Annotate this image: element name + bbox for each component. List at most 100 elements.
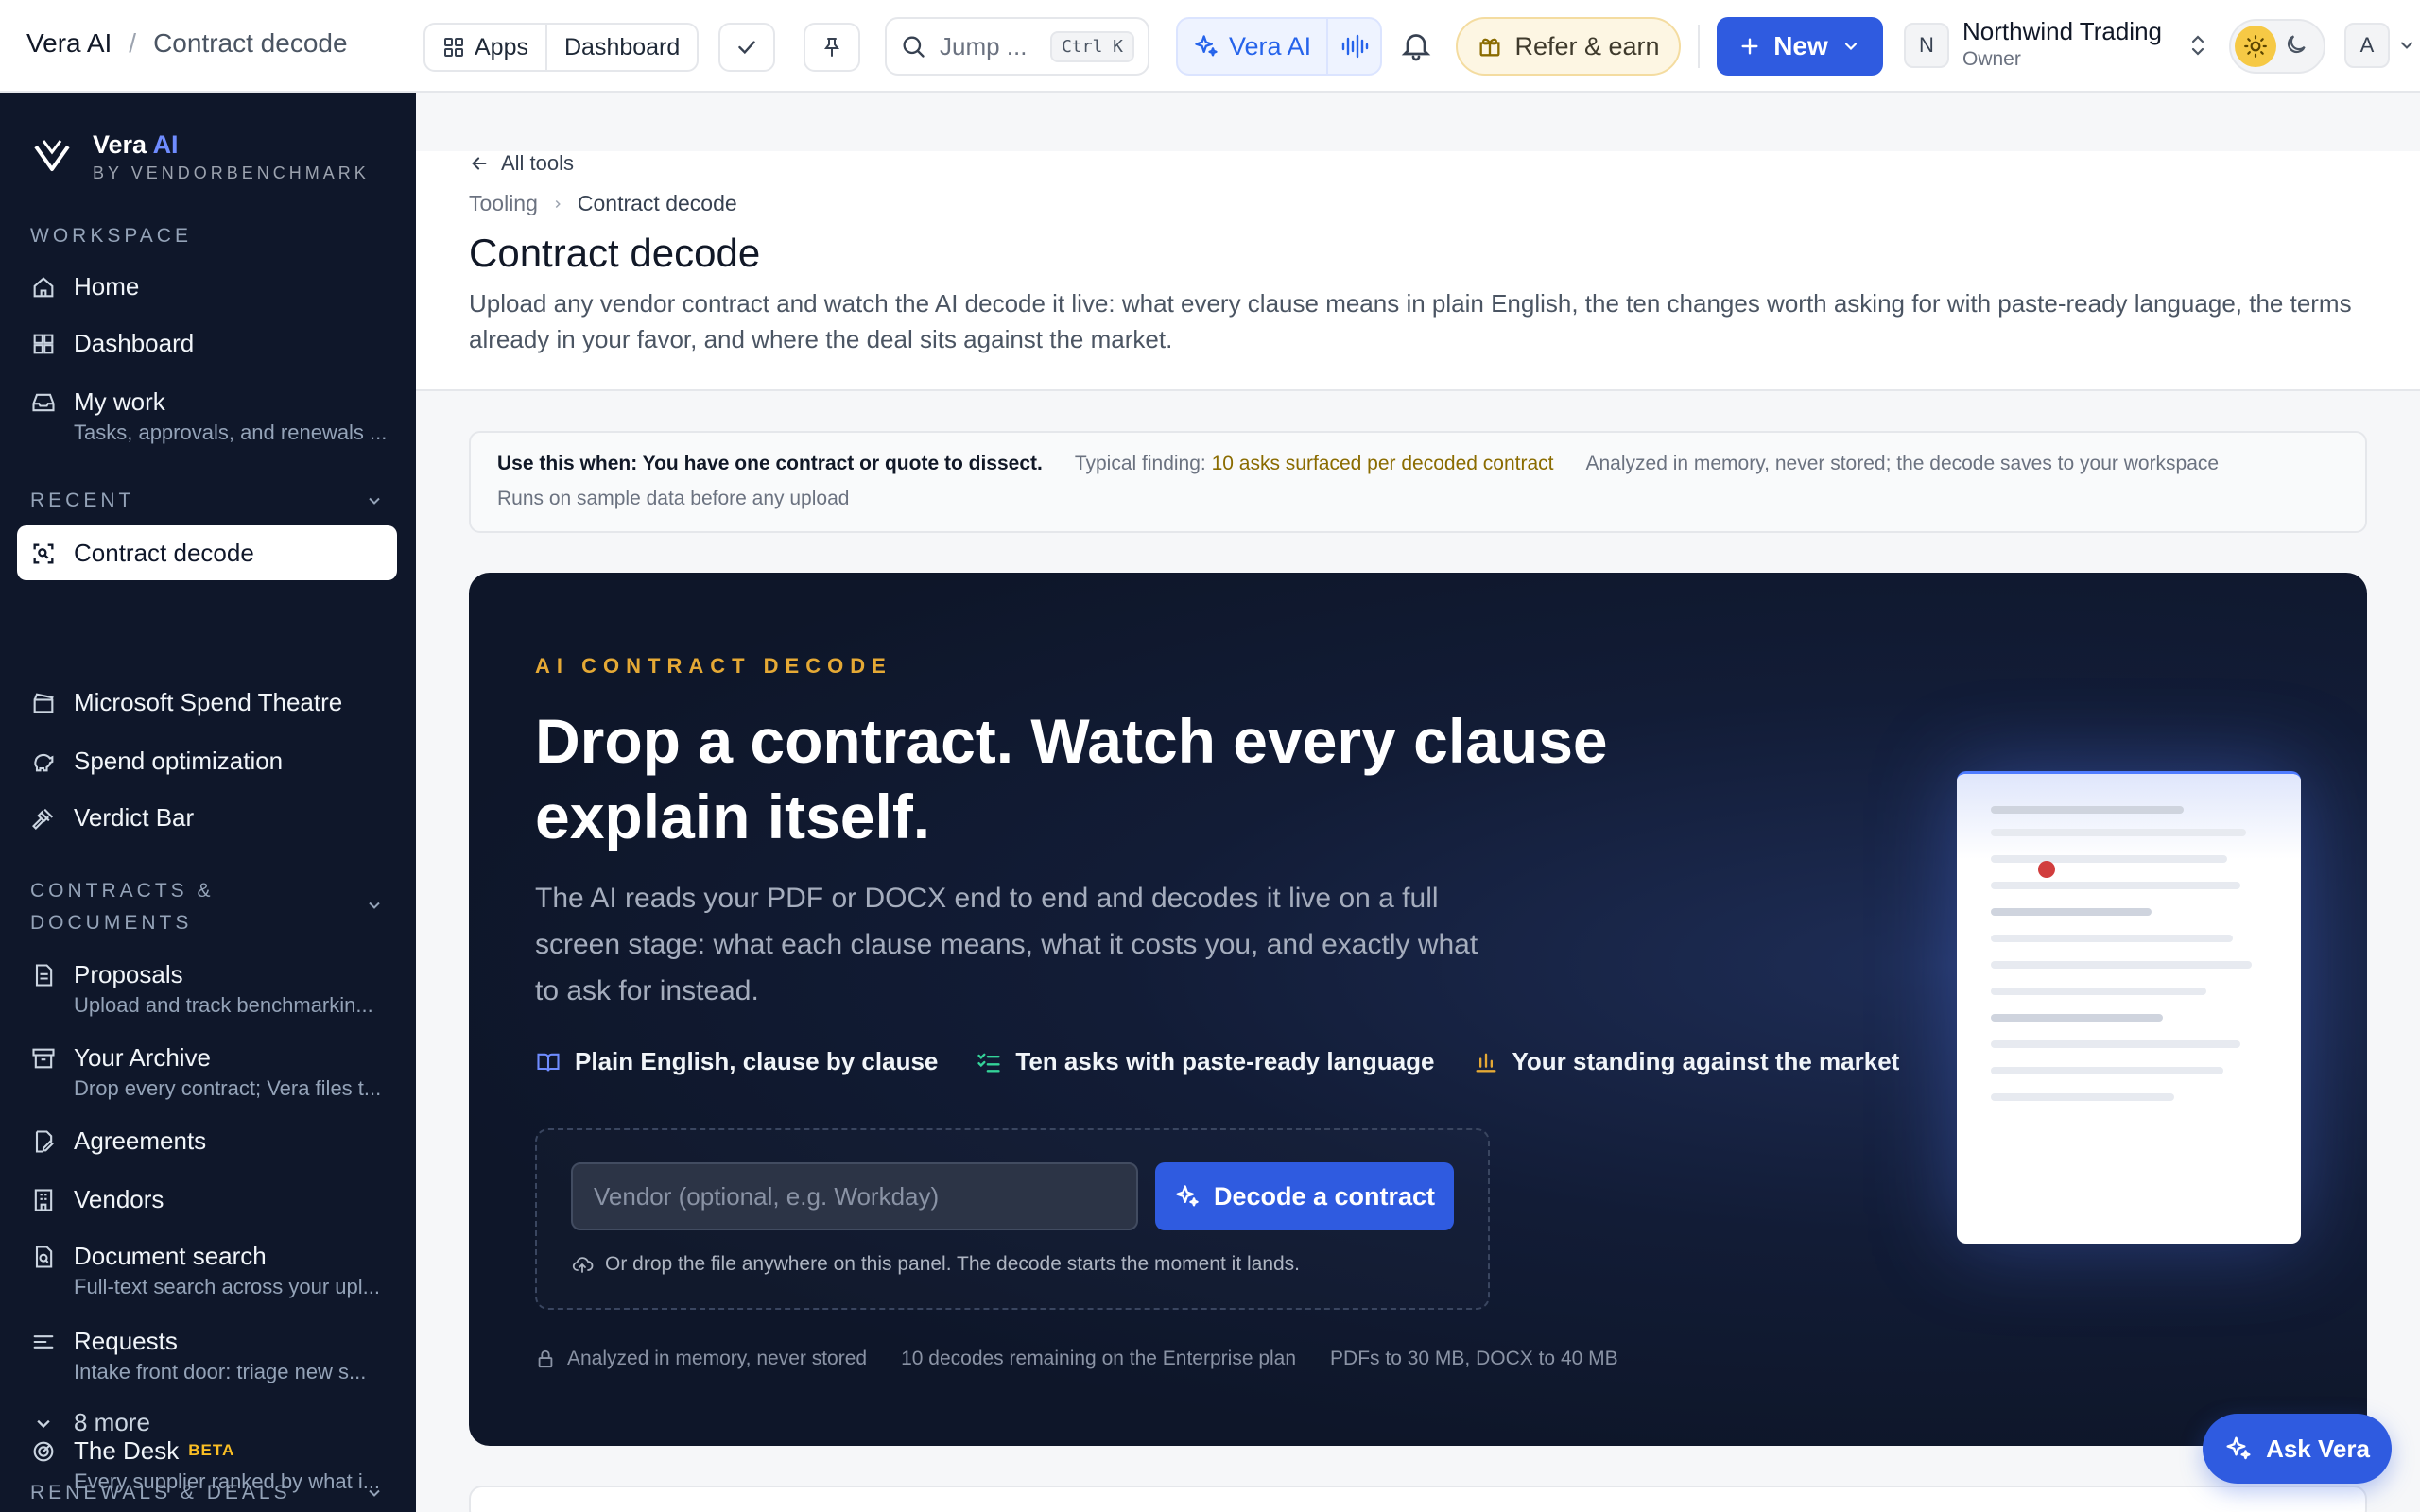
sidebar-item-contract-decode[interactable]: Contract decode bbox=[17, 525, 397, 580]
drop-hint: Or drop the file anywhere on this panel.… bbox=[571, 1253, 1300, 1276]
dark-mode-button[interactable] bbox=[2284, 32, 2308, 61]
feature-market-standing: Your standing against the market bbox=[1473, 1047, 1899, 1076]
ask-vera-button[interactable]: Ask Vera bbox=[2203, 1414, 2392, 1484]
chevron-down-icon bbox=[369, 497, 380, 505]
theme-toggle[interactable] bbox=[2229, 19, 2325, 74]
arrow-left-icon bbox=[472, 157, 487, 170]
doc-line bbox=[1991, 882, 2240, 889]
app-name[interactable]: Vera AI bbox=[26, 28, 112, 59]
new-button[interactable]: New bbox=[1717, 17, 1883, 76]
search-placeholder: Jump ... bbox=[940, 31, 1028, 60]
section-contracts-label: CONTRACTS & bbox=[30, 880, 215, 902]
show-more-label: 8 more bbox=[74, 1408, 150, 1436]
app-breadcrumb: Vera AI / Contract decode bbox=[26, 28, 348, 59]
typical-finding: Typical finding: 10 asks surfaced per de… bbox=[1074, 453, 1554, 474]
user-menu-toggle[interactable] bbox=[2397, 36, 2416, 60]
sidebar-item-label: Document search bbox=[74, 1242, 267, 1270]
footnote-remaining: 10 decodes remaining on the Enterprise p… bbox=[901, 1348, 1297, 1369]
decode-hero-panel[interactable]: AI CONTRACT DECODE Drop a contract. Watc… bbox=[469, 573, 2367, 1446]
feature-ten-asks: Ten asks with paste-ready language bbox=[976, 1047, 1435, 1076]
voice-button[interactable] bbox=[1328, 33, 1380, 60]
sidebar-item-label: Microsoft Spend Theatre bbox=[74, 688, 343, 716]
brand-byline: BY VENDORBENCHMARK bbox=[93, 163, 370, 182]
chevron-down-icon bbox=[2401, 42, 2412, 49]
vera-ai-button[interactable]: Vera AI bbox=[1178, 19, 1329, 74]
apps-label: Apps bbox=[475, 33, 528, 60]
doc-line bbox=[1991, 1014, 2163, 1022]
new-label: New bbox=[1773, 31, 1828, 60]
refer-earn-button[interactable]: Refer & earn bbox=[1456, 17, 1681, 76]
hero-lead: The AI reads your PDF or DOCX end to end… bbox=[535, 883, 1478, 1006]
sidebar-item-your-archive[interactable]: Your Archive Drop every contract; Vera f… bbox=[17, 1043, 397, 1101]
search-icon bbox=[903, 36, 925, 58]
recent-collapse-toggle[interactable] bbox=[365, 491, 384, 515]
jump-search[interactable]: Jump ... Ctrl K bbox=[885, 17, 1150, 76]
section-recent[interactable]: RECENT bbox=[30, 490, 134, 512]
breadcrumb: Tooling Contract decode bbox=[469, 191, 737, 216]
gavel-icon bbox=[32, 808, 54, 830]
sidebar-item-subtitle: Every supplier ranked by what i... bbox=[74, 1469, 381, 1493]
sidebar-item-label: Agreements bbox=[74, 1126, 207, 1155]
chevron-updown-icon bbox=[2191, 35, 2204, 56]
light-mode-button[interactable] bbox=[2235, 26, 2276, 67]
vera-logo-icon bbox=[34, 140, 70, 171]
footnote-size-limits: PDFs to 30 MB, DOCX to 40 MB bbox=[1330, 1348, 1618, 1369]
contracts-collapse-toggle[interactable] bbox=[365, 896, 384, 919]
sidebar-item-home[interactable]: Home bbox=[17, 272, 397, 301]
dashboard-button[interactable]: Dashboard bbox=[544, 25, 697, 70]
page-title: Contract decode bbox=[469, 231, 761, 275]
vera-ai-label: Vera AI bbox=[1229, 31, 1312, 60]
sparkle-icon bbox=[2226, 1436, 2251, 1460]
checklist-icon bbox=[977, 1053, 1001, 1072]
sidebar-item-the-desk[interactable]: The Desk BETA Every supplier ranked by wh… bbox=[17, 1436, 397, 1494]
sidebar-item-spend-optimization[interactable]: Spend optimization bbox=[17, 747, 397, 776]
doc-line bbox=[1991, 908, 2152, 916]
sidebar-item-document-search[interactable]: Document search Full-text search across … bbox=[17, 1242, 397, 1299]
show-more-button[interactable]: 8 more bbox=[17, 1408, 397, 1437]
section-contracts-documents[interactable]: CONTRACTS & DOCUMENTS bbox=[30, 875, 215, 939]
sidebar-item-agreements[interactable]: Agreements bbox=[17, 1126, 397, 1156]
apps-button[interactable]: Apps bbox=[425, 25, 545, 70]
sidebar-item-verdict-bar[interactable]: Verdict Bar bbox=[17, 803, 397, 833]
sidebar-item-label: Verdict Bar bbox=[74, 803, 195, 832]
tasks-button[interactable] bbox=[718, 23, 775, 72]
bell-icon bbox=[1401, 34, 1431, 61]
doc-line bbox=[1991, 1040, 2240, 1048]
org-name: Northwind Trading bbox=[1962, 17, 2162, 45]
org-avatar[interactable]: N bbox=[1904, 23, 1949, 68]
inbox-icon bbox=[32, 393, 55, 412]
sidebar-item-proposals[interactable]: Proposals Upload and track benchmarkin..… bbox=[17, 960, 397, 1018]
search-shortcut: Ctrl K bbox=[1049, 30, 1134, 62]
upload-dropzone[interactable]: Vendor (optional, e.g. Workday) Decode a… bbox=[535, 1128, 1490, 1310]
org-switcher-toggle[interactable] bbox=[2187, 32, 2208, 63]
breadcrumb-tooling[interactable]: Tooling bbox=[469, 191, 538, 216]
sidebar-item-label: Contract decode bbox=[74, 538, 254, 567]
top-bar: Vera AI / Contract decode Apps Dashboard… bbox=[0, 0, 2420, 93]
pin-button[interactable] bbox=[804, 23, 860, 72]
decode-contract-button[interactable]: Decode a contract bbox=[1155, 1162, 1454, 1230]
sparkle-icon bbox=[1195, 35, 1218, 57]
user-avatar[interactable]: A bbox=[2344, 23, 2390, 68]
sidebar-item-dashboard[interactable]: Dashboard bbox=[17, 329, 397, 358]
vendor-input[interactable]: Vendor (optional, e.g. Workday) bbox=[571, 1162, 1138, 1230]
notifications-button[interactable] bbox=[1399, 26, 1433, 69]
sidebar-item-requests[interactable]: Requests Intake front door: triage new s… bbox=[17, 1327, 397, 1384]
chevron-down-icon bbox=[1844, 43, 1857, 51]
moon-icon bbox=[2287, 34, 2306, 53]
refer-label: Refer & earn bbox=[1514, 31, 1660, 60]
breadcrumb-separator: / bbox=[129, 28, 137, 58]
sidebar-item-vendors[interactable]: Vendors bbox=[17, 1185, 397, 1214]
sidebar-item-label: Dashboard bbox=[74, 329, 195, 357]
sidebar-item-label: Vendors bbox=[74, 1185, 164, 1213]
voice-wave-icon bbox=[1341, 34, 1368, 59]
org-switcher[interactable]: Northwind Trading Owner bbox=[1962, 17, 2162, 71]
sidebar-brand[interactable]: Vera AI BY VENDORBENCHMARK bbox=[30, 130, 370, 183]
sidebar-item-microsoft-spend-theatre[interactable]: Microsoft Spend Theatre bbox=[17, 688, 397, 717]
building-icon bbox=[34, 1189, 53, 1211]
ask-vera-label: Ask Vera bbox=[2266, 1434, 2370, 1463]
doc-line bbox=[1991, 806, 2184, 814]
radar-icon bbox=[33, 1441, 54, 1462]
all-tools-link[interactable]: All tools bbox=[469, 151, 574, 176]
sidebar-item-my-work[interactable]: My work Tasks, approvals, and renewals .… bbox=[17, 387, 397, 445]
next-section-card bbox=[469, 1486, 2367, 1512]
